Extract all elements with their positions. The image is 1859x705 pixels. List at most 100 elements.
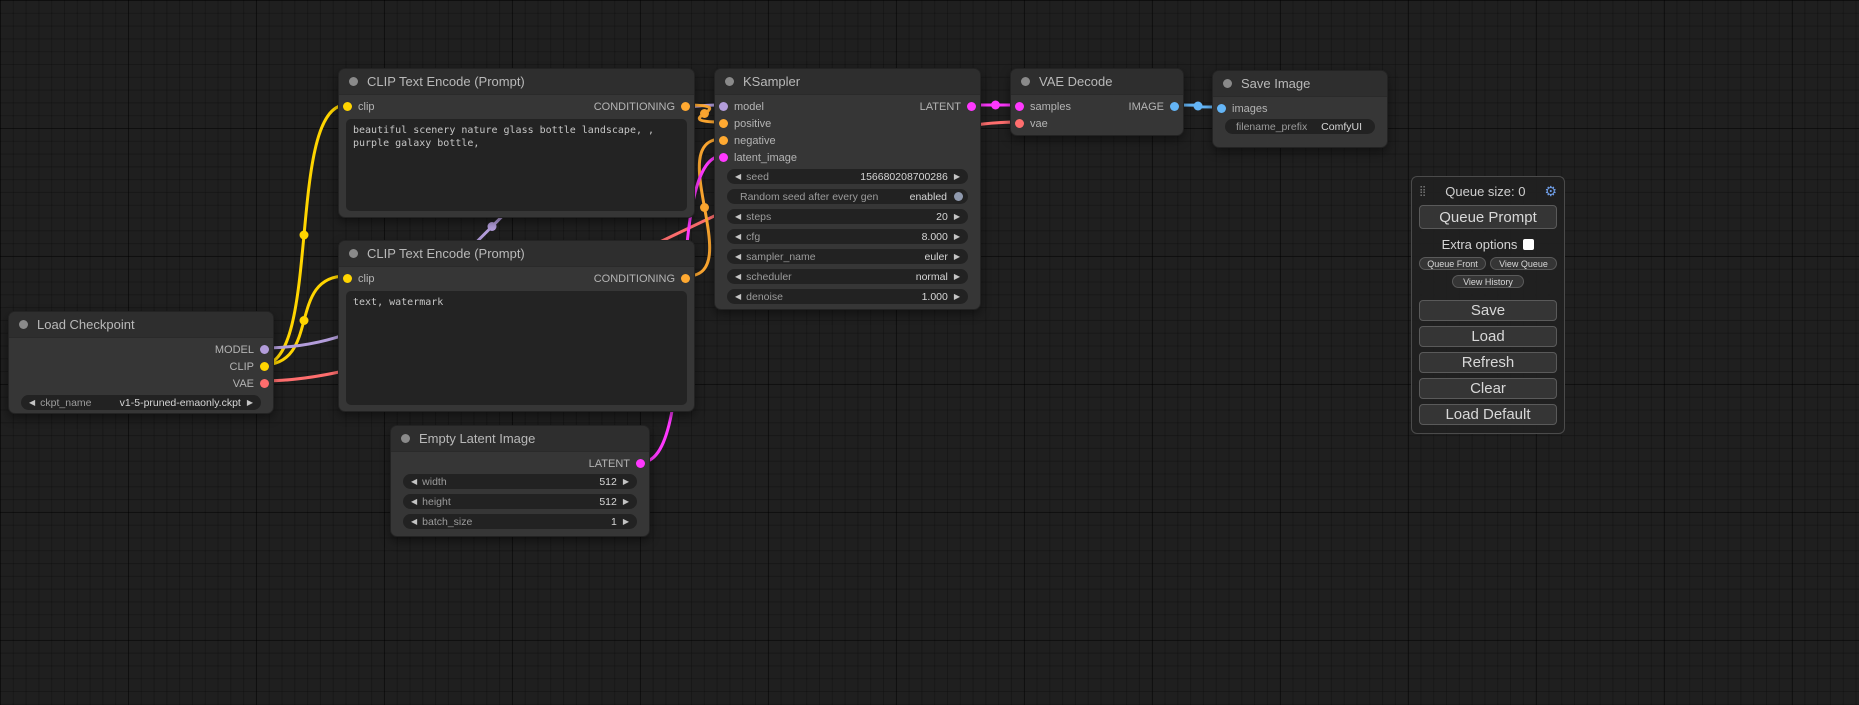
increment-arrow-icon[interactable]: ▶ (244, 395, 256, 410)
widget-batch-size[interactable]: ◀ batch_size 1 ▶ (403, 514, 637, 529)
decrement-arrow-icon[interactable]: ◀ (732, 289, 744, 304)
input-port-negative[interactable] (719, 136, 728, 145)
refresh-button[interactable]: Refresh (1419, 352, 1557, 373)
node-clip-text-encode-negative[interactable]: CLIP Text Encode (Prompt) clip CONDITION… (338, 240, 695, 412)
decrement-arrow-icon[interactable]: ◀ (732, 249, 744, 264)
output-port-conditioning[interactable] (681, 102, 690, 111)
node-title-bar[interactable]: CLIP Text Encode (Prompt) (339, 241, 694, 267)
widget-value: 1.000 (922, 291, 948, 303)
increment-arrow-icon[interactable]: ▶ (620, 494, 632, 509)
collapse-dot-icon[interactable] (1223, 79, 1232, 88)
node-title-bar[interactable]: KSampler (715, 69, 980, 95)
decrement-arrow-icon[interactable]: ◀ (408, 474, 420, 489)
widget-value: v1-5-pruned-emaonly.ckpt (120, 397, 241, 409)
settings-gear-icon[interactable]: ⚙ (1544, 183, 1557, 200)
prompt-textarea[interactable]: beautiful scenery nature glass bottle la… (346, 119, 687, 211)
output-port-latent[interactable] (636, 459, 645, 468)
widget-value: normal (916, 271, 948, 283)
extra-options-checkbox[interactable] (1523, 239, 1534, 250)
increment-arrow-icon[interactable]: ▶ (951, 209, 963, 224)
clear-button[interactable]: Clear (1419, 378, 1557, 399)
widget-width[interactable]: ◀ width 512 ▶ (403, 474, 637, 489)
node-ksampler[interactable]: KSampler model LATENT positive negative … (714, 68, 981, 310)
widget-seed[interactable]: ◀ seed 156680208700286 ▶ (727, 169, 968, 184)
link-load_checkpoint.CLIP--clip_negative.clip (262, 276, 346, 365)
widget-value: 156680208700286 (860, 171, 948, 183)
node-title: Save Image (1241, 76, 1310, 91)
queue-prompt-button[interactable]: Queue Prompt (1419, 205, 1557, 229)
widget-ckpt-name[interactable]: ◀ ckpt_name v1-5-pruned-emaonly.ckpt ▶ (21, 395, 261, 410)
decrement-arrow-icon[interactable]: ◀ (408, 494, 420, 509)
input-port-model[interactable] (719, 102, 728, 111)
input-label-positive: positive (734, 118, 771, 130)
input-port-images[interactable] (1217, 104, 1226, 113)
widget-filename-prefix[interactable]: filename_prefix ComfyUI (1225, 119, 1375, 134)
widget-denoise[interactable]: ◀ denoise 1.000 ▶ (727, 289, 968, 304)
decrement-arrow-icon[interactable]: ◀ (732, 229, 744, 244)
decrement-arrow-icon[interactable]: ◀ (408, 514, 420, 529)
widget-cfg[interactable]: ◀ cfg 8.000 ▶ (727, 229, 968, 244)
input-port-vae[interactable] (1015, 119, 1024, 128)
toggle-dot-icon[interactable] (954, 192, 963, 201)
input-port-samples[interactable] (1015, 102, 1024, 111)
collapse-dot-icon[interactable] (349, 249, 358, 258)
widget-sampler-name[interactable]: ◀ sampler_name euler ▶ (727, 249, 968, 264)
output-port-conditioning[interactable] (681, 274, 690, 283)
node-title-bar[interactable]: Empty Latent Image (391, 426, 649, 452)
node-vae-decode[interactable]: VAE Decode samples IMAGE vae (1010, 68, 1184, 136)
collapse-dot-icon[interactable] (725, 77, 734, 86)
increment-arrow-icon[interactable]: ▶ (951, 269, 963, 284)
increment-arrow-icon[interactable]: ▶ (951, 249, 963, 264)
queue-front-button[interactable]: Queue Front (1419, 257, 1486, 270)
graph-canvas[interactable]: Load Checkpoint MODEL CLIP VAE ◀ ckpt_na… (0, 0, 1859, 705)
collapse-dot-icon[interactable] (349, 77, 358, 86)
output-port-vae[interactable] (260, 379, 269, 388)
prompt-textarea[interactable]: text, watermark (346, 291, 687, 405)
output-port-image[interactable] (1170, 102, 1179, 111)
save-button[interactable]: Save (1419, 300, 1557, 321)
node-title-bar[interactable]: VAE Decode (1011, 69, 1183, 95)
decrement-arrow-icon[interactable]: ◀ (732, 169, 744, 184)
increment-arrow-icon[interactable]: ▶ (620, 514, 632, 529)
node-title: CLIP Text Encode (Prompt) (367, 246, 525, 261)
node-clip-text-encode-positive[interactable]: CLIP Text Encode (Prompt) clip CONDITION… (338, 68, 695, 218)
increment-arrow-icon[interactable]: ▶ (620, 474, 632, 489)
input-port-clip[interactable] (343, 102, 352, 111)
load-button[interactable]: Load (1419, 326, 1557, 347)
output-port-latent[interactable] (967, 102, 976, 111)
collapse-dot-icon[interactable] (1021, 77, 1030, 86)
input-port-positive[interactable] (719, 119, 728, 128)
widget-label: scheduler (746, 271, 792, 283)
input-port-clip[interactable] (343, 274, 352, 283)
decrement-arrow-icon[interactable]: ◀ (732, 269, 744, 284)
decrement-arrow-icon[interactable]: ◀ (732, 209, 744, 224)
collapse-dot-icon[interactable] (401, 434, 410, 443)
node-empty-latent-image[interactable]: Empty Latent Image LATENT ◀ width 512 ▶ … (390, 425, 650, 537)
node-title-bar[interactable]: CLIP Text Encode (Prompt) (339, 69, 694, 95)
output-port-model[interactable] (260, 345, 269, 354)
decrement-arrow-icon[interactable]: ◀ (26, 395, 38, 410)
view-history-button[interactable]: View History (1452, 275, 1524, 288)
output-port-clip[interactable] (260, 362, 269, 371)
drag-handle-icon[interactable]: ⣿ (1419, 186, 1426, 197)
output-row: LATENT (391, 455, 649, 472)
widget-steps[interactable]: ◀ steps 20 ▶ (727, 209, 968, 224)
output-label-model: MODEL (215, 344, 254, 356)
widget-label: denoise (746, 291, 783, 303)
increment-arrow-icon[interactable]: ▶ (951, 289, 963, 304)
widget-height[interactable]: ◀ height 512 ▶ (403, 494, 637, 509)
view-queue-button[interactable]: View Queue (1490, 257, 1557, 270)
increment-arrow-icon[interactable]: ▶ (951, 229, 963, 244)
load-default-button[interactable]: Load Default (1419, 404, 1557, 425)
input-port-latent-image[interactable] (719, 153, 728, 162)
link-midpoint-dot (300, 316, 309, 325)
widget-random-seed-toggle[interactable]: Random seed after every gen enabled (727, 189, 968, 204)
node-title-bar[interactable]: Save Image (1213, 71, 1387, 97)
collapse-dot-icon[interactable] (19, 320, 28, 329)
increment-arrow-icon[interactable]: ▶ (951, 169, 963, 184)
node-load-checkpoint[interactable]: Load Checkpoint MODEL CLIP VAE ◀ ckpt_na… (8, 311, 274, 414)
widget-scheduler[interactable]: ◀ scheduler normal ▶ (727, 269, 968, 284)
node-title-bar[interactable]: Load Checkpoint (9, 312, 273, 338)
queue-panel-header: ⣿ Queue size: 0 ⚙ (1419, 183, 1557, 199)
node-save-image[interactable]: Save Image images filename_prefix ComfyU… (1212, 70, 1388, 148)
